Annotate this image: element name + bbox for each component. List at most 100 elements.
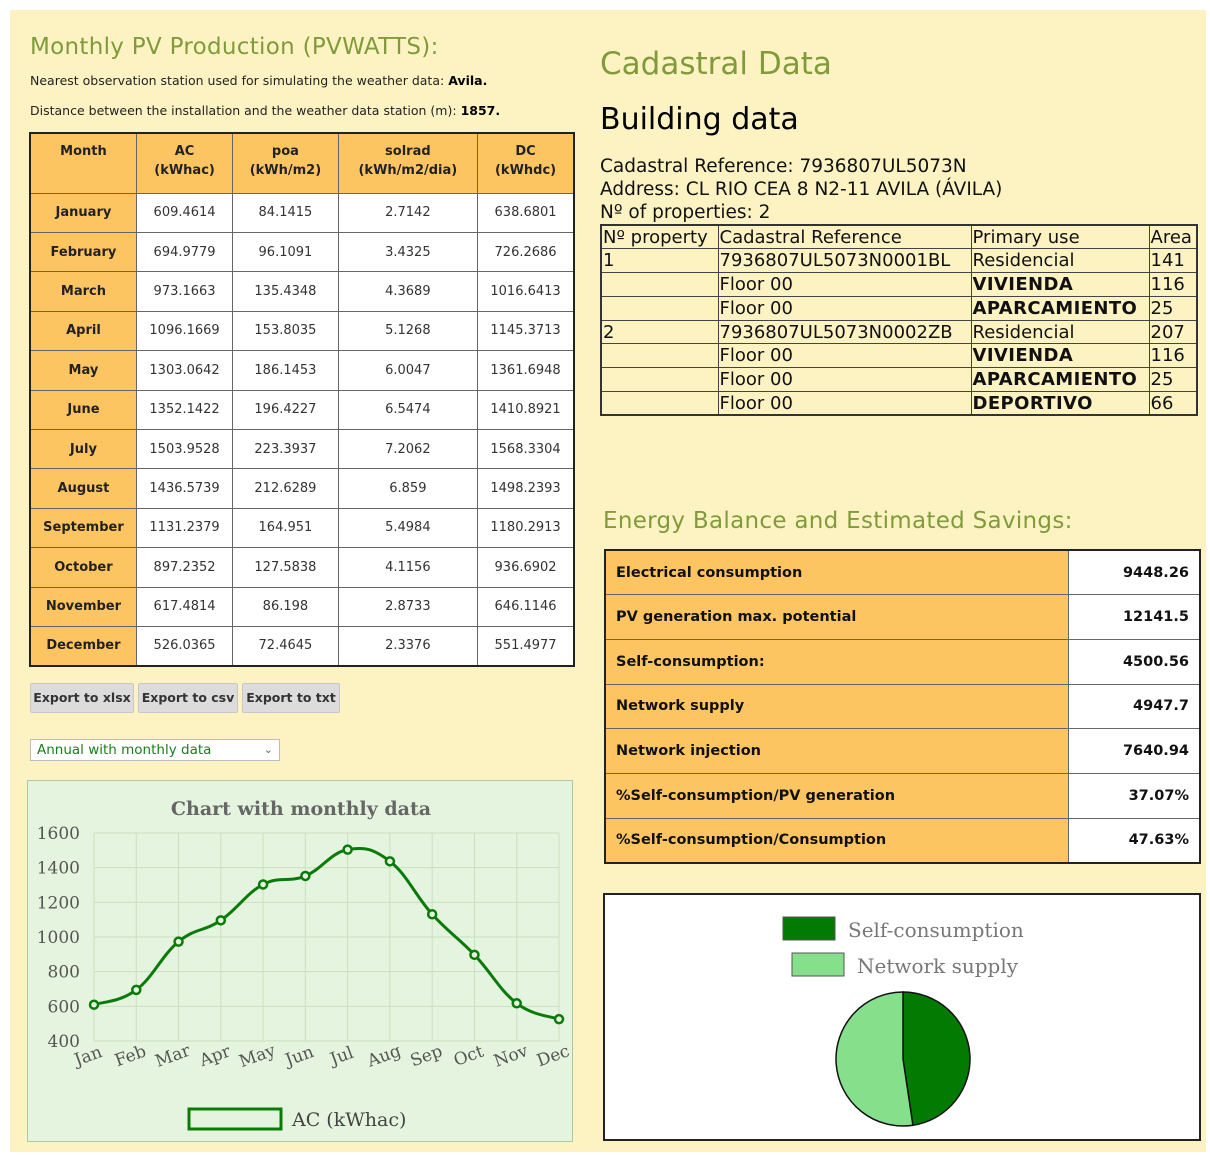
poa-cell: 86.198 xyxy=(232,586,339,627)
export-txt-button[interactable]: Export to txt xyxy=(242,683,340,713)
month-cell: May xyxy=(29,350,137,391)
property-use: Residencial xyxy=(970,319,1150,345)
legend-swatch xyxy=(187,1107,283,1131)
property-reference: 7936807UL5073N0001BL xyxy=(717,248,972,274)
property-use: APARCAMIENTO xyxy=(970,367,1150,393)
x-tick-label: May xyxy=(237,1040,279,1072)
property-area: 116 xyxy=(1148,272,1198,297)
dc-cell: 646.1146 xyxy=(477,586,575,627)
table-header-row: Nº property Cadastral Reference Primary … xyxy=(600,224,1198,250)
poa-cell: 153.8035 xyxy=(232,310,339,352)
energy-value: 47.63% xyxy=(1067,817,1201,864)
ac-cell: 973.1663 xyxy=(135,271,234,312)
property-reference: Floor 00 xyxy=(717,272,972,297)
column-header: Nº property xyxy=(600,224,719,250)
station-info: Nearest observation station used for sim… xyxy=(30,73,487,88)
period-select-value: Annual with monthly data xyxy=(37,742,212,758)
property-use: Residencial xyxy=(970,248,1150,274)
poa-cell: 127.5838 xyxy=(232,547,339,588)
table-row: 2 7936807UL5073N0002ZB Residencial 207 xyxy=(600,319,1198,345)
month-cell: December xyxy=(29,625,137,667)
energy-value: 12141.5 xyxy=(1067,594,1201,640)
x-tick-label: Feb xyxy=(112,1041,149,1071)
data-point xyxy=(131,984,142,996)
data-point xyxy=(173,936,184,947)
property-area: 66 xyxy=(1148,391,1198,416)
distance-label: Distance between the installation and th… xyxy=(30,103,457,118)
ac-cell: 1131.2379 xyxy=(135,507,234,549)
building-title: Building data xyxy=(600,102,799,137)
table-row: June 1352.1422 196.4227 6.5474 1410.8921 xyxy=(29,389,575,430)
energy-label: %Self-consumption/PV generation xyxy=(604,772,1069,819)
dc-cell: 1498.2393 xyxy=(477,468,575,509)
property-use: VIVIENDA xyxy=(970,343,1150,369)
property-number: 2 xyxy=(600,319,719,345)
month-cell: July xyxy=(29,428,137,470)
distance-info: Distance between the installation and th… xyxy=(30,103,500,118)
column-header: AC (kWhac) xyxy=(135,132,234,194)
solrad-cell: 7.2062 xyxy=(337,428,479,470)
y-tick-label: 600 xyxy=(48,997,80,1017)
export-csv-button[interactable]: Export to csv xyxy=(138,683,238,713)
self-consumption-pie-chart: Self-consumption Network supply xyxy=(782,916,1024,1127)
solrad-cell: 2.8733 xyxy=(337,586,479,627)
month-cell: September xyxy=(29,507,137,549)
table-row: %Self-consumption/PV generation 37.07% xyxy=(604,772,1201,819)
data-point xyxy=(257,879,269,890)
dc-cell: 638.6801 xyxy=(477,192,575,233)
page: Monthly PV Production (PVWATTS): Nearest… xyxy=(10,10,1206,1152)
x-tick-label: Nov xyxy=(491,1041,531,1072)
table-row: September 1131.2379 164.951 5.4984 1180.2913 xyxy=(29,507,575,549)
solrad-cell: 2.3376 xyxy=(337,625,479,667)
energy-label: %Self-consumption/Consumption xyxy=(604,817,1069,864)
data-point xyxy=(88,999,100,1010)
cadastral-title: Cadastral Data xyxy=(600,46,832,82)
table-row: Self-consumption: 4500.56 xyxy=(604,638,1201,685)
y-tick-label: 1600 xyxy=(37,824,80,844)
solrad-cell: 6.5474 xyxy=(337,389,479,430)
ac-cell: 1352.1422 xyxy=(135,389,234,430)
property-number xyxy=(600,272,719,297)
data-point xyxy=(384,856,396,867)
table-row: Network injection 7640.94 xyxy=(604,728,1201,774)
month-cell: January xyxy=(29,192,137,233)
property-use: APARCAMIENTO xyxy=(970,295,1150,321)
poa-cell: 135.4348 xyxy=(232,271,339,312)
property-reference: 7936807UL5073N0002ZB xyxy=(717,319,972,345)
energy-label: Network injection xyxy=(604,728,1069,774)
export-xlsx-button[interactable]: Export to xlsx xyxy=(30,683,134,713)
x-tick-label: Jul xyxy=(326,1043,357,1070)
column-header: DC (kWhdc) xyxy=(477,132,575,194)
property-area: 141 xyxy=(1148,248,1198,274)
column-header: Cadastral Reference xyxy=(717,224,972,250)
solrad-cell: 6.859 xyxy=(337,468,479,509)
month-cell: October xyxy=(29,547,137,588)
data-point xyxy=(426,909,438,920)
property-use: DEPORTIVO xyxy=(970,391,1150,416)
period-select[interactable]: Annual with monthly data ⌄ xyxy=(30,739,280,761)
energy-balance-table: Electrical consumption 9448.26 PV generat… xyxy=(604,549,1201,864)
dc-cell: 1410.8921 xyxy=(477,389,575,430)
ac-cell: 617.4814 xyxy=(135,586,234,627)
solrad-cell: 4.3689 xyxy=(337,271,479,312)
dc-cell: 1568.3304 xyxy=(477,428,575,470)
energy-label: Network supply xyxy=(604,683,1069,730)
x-tick-label: Oct xyxy=(451,1042,486,1071)
energy-value: 4947.7 xyxy=(1067,683,1201,730)
table-row: February 694.9779 96.1091 3.4325 726.2686 xyxy=(29,231,575,273)
y-tick-label: 1000 xyxy=(37,928,80,948)
table-header-row: Month AC (kWhac) poa (kWh/m2) solrad (kWh/m… xyxy=(29,132,575,194)
y-tick-label: 800 xyxy=(48,963,80,983)
poa-cell: 84.1415 xyxy=(232,192,339,233)
monthly-production-table: Month AC (kWhac) poa (kWh/m2) solrad (kWh/m… xyxy=(29,132,575,667)
ac-cell: 1096.1669 xyxy=(135,310,234,352)
pie-slice xyxy=(835,991,914,1127)
y-tick-label: 400 xyxy=(48,1032,80,1052)
month-cell: August xyxy=(29,468,137,509)
property-area: 207 xyxy=(1148,319,1198,345)
properties-table: Nº property Cadastral Reference Primary … xyxy=(600,224,1198,417)
column-header: Primary use xyxy=(970,224,1150,250)
table-row: Electrical consumption 9448.26 xyxy=(604,549,1201,596)
ac-cell: 609.4614 xyxy=(135,192,234,233)
energy-balance-title: Energy Balance and Estimated Savings: xyxy=(603,508,1073,534)
